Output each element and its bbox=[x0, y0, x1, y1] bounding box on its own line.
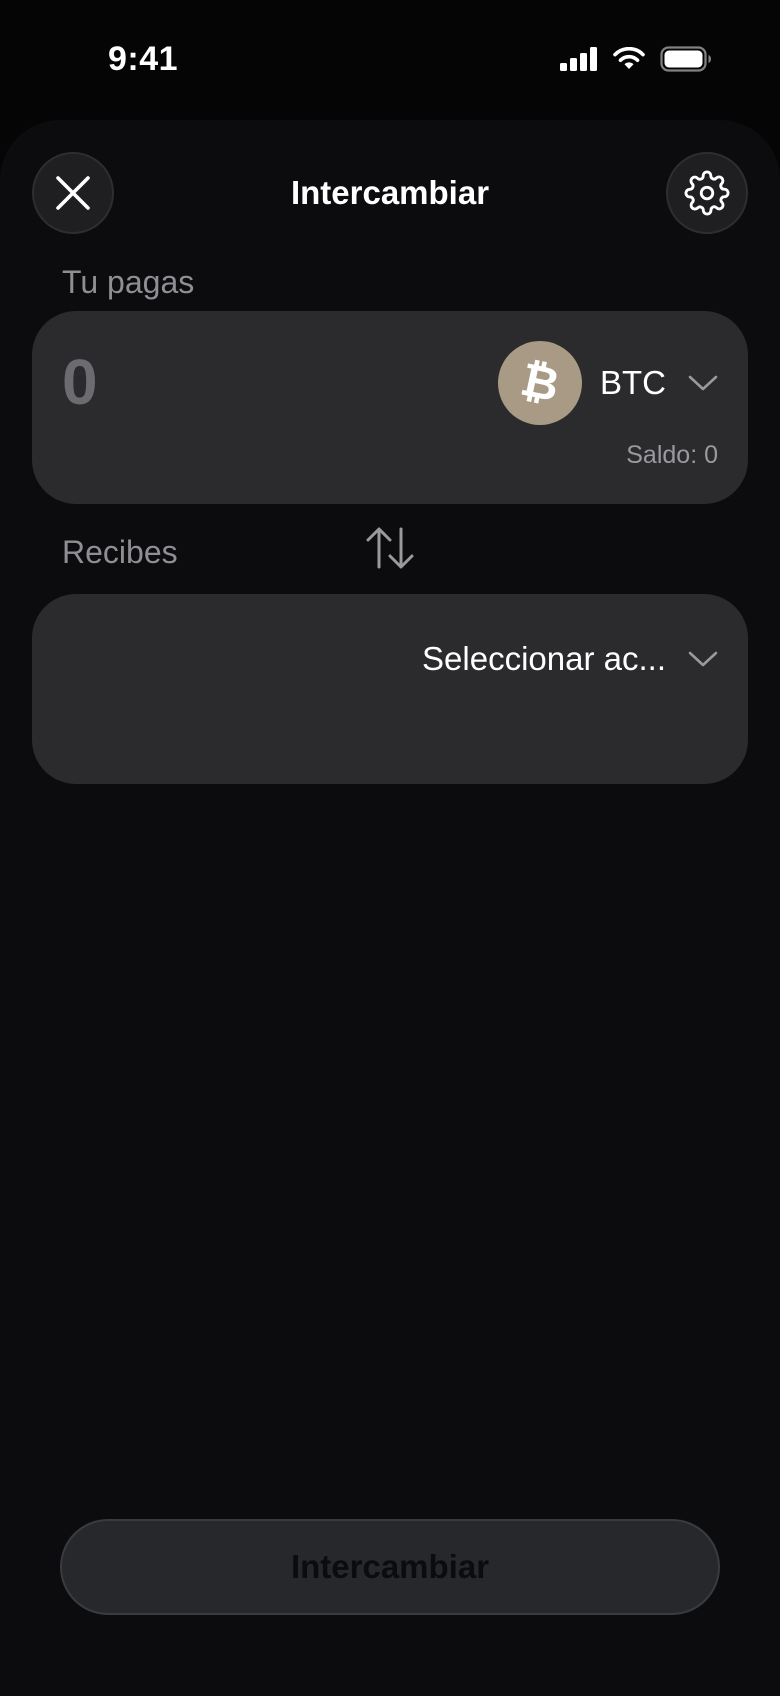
pay-amount-input[interactable] bbox=[62, 347, 362, 417]
chevron-down-icon bbox=[688, 651, 718, 667]
pay-card: ₿ BTC Saldo:0 bbox=[32, 311, 748, 504]
gear-icon bbox=[684, 170, 730, 216]
status-icons bbox=[560, 46, 712, 72]
select-asset-label: Seleccionar ac... bbox=[422, 640, 666, 677]
status-time: 9:41 bbox=[108, 40, 179, 78]
chevron-down-icon bbox=[688, 375, 718, 391]
header: Intercambiar bbox=[0, 120, 780, 276]
bitcoin-icon: ₿ bbox=[498, 341, 582, 425]
svg-text:₿: ₿ bbox=[516, 359, 564, 407]
pay-balance: Saldo: 0 bbox=[626, 441, 718, 470]
receive-section-label: Recibes bbox=[62, 534, 178, 570]
pay-section-label: Tu pagas bbox=[62, 264, 195, 300]
balance-value: 0 bbox=[704, 441, 718, 469]
swap-sheet: Intercambiar Tu pagas ₿ BTC bbox=[0, 120, 780, 1696]
page-title: Intercambiar bbox=[290, 174, 490, 211]
swap-arrows-icon bbox=[366, 527, 414, 569]
receive-asset-selector[interactable]: Seleccionar ac... bbox=[422, 634, 718, 684]
pay-token-selector[interactable]: ₿ BTC bbox=[498, 341, 718, 425]
cellular-signal-icon bbox=[560, 47, 597, 71]
status-bar: 9:41 bbox=[0, 0, 780, 120]
pay-token-symbol: BTC bbox=[600, 364, 666, 401]
swap-direction-button[interactable] bbox=[364, 522, 416, 574]
receive-card: Seleccionar ac... bbox=[32, 594, 748, 784]
swap-submit-button[interactable]: Intercambiar bbox=[60, 1519, 720, 1615]
battery-icon bbox=[660, 46, 711, 72]
screen: 9:41 Intercambiar Tu pagas 0 ₿ BTC Saldo… bbox=[0, 0, 780, 1696]
wifi-icon bbox=[613, 47, 645, 69]
balance-label: Saldo: bbox=[626, 441, 698, 469]
settings-button[interactable] bbox=[666, 152, 748, 234]
